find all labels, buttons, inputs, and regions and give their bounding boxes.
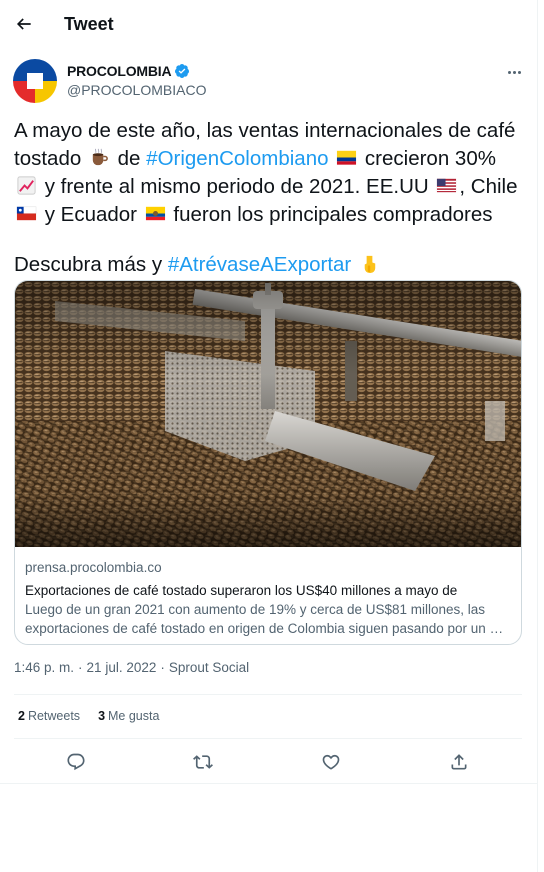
meta-separator: · (78, 660, 83, 675)
divider (14, 738, 522, 739)
retweet-icon (193, 755, 213, 769)
tweet-source[interactable]: Sprout Social (169, 660, 249, 675)
card-description-line: exportaciones de café tostado en origen … (25, 621, 504, 636)
tweet-time[interactable]: 1:46 p. m. (14, 660, 74, 675)
back-arrow-icon (16, 18, 31, 30)
chart-increasing-icon (17, 176, 36, 195)
back-button[interactable] (10, 10, 38, 38)
share-button[interactable] (447, 750, 471, 774)
card-body: prensa.procolombia.co Exportaciones de c… (25, 559, 515, 638)
text-segment: fueron los principales compradores (173, 203, 493, 226)
tweet-line-3: y frente al mismo periodo de 2021. EE.UU… (14, 173, 526, 201)
retweets-stat[interactable]: 2 Retweets (18, 709, 80, 723)
dot (517, 70, 521, 74)
heart-icon (322, 754, 340, 770)
dot (507, 70, 511, 74)
divider (14, 694, 522, 695)
divider (0, 783, 538, 784)
tweet-date[interactable]: 21 jul. 2022 (87, 660, 157, 675)
hot-beverage-icon (92, 148, 108, 166)
avatar[interactable] (13, 59, 57, 103)
page-title: Tweet (64, 14, 114, 34)
tweet-meta: 1:46 p. m. · 21 jul. 2022 · Sprout Socia… (14, 660, 249, 675)
author-name-row: PROCOLOMBIA (67, 63, 190, 79)
tweet-text: A mayo de este año, las ventas internaci… (14, 117, 526, 279)
action-bar (0, 748, 538, 776)
header: Tweet (0, 0, 538, 50)
more-options-button[interactable] (500, 62, 528, 82)
author-name[interactable]: PROCOLOMBIA (67, 63, 172, 79)
text-segment: Descubra más y (14, 253, 163, 276)
text-segment: y Ecuador (44, 203, 138, 226)
text-segment: , Chile (459, 175, 518, 198)
author-handle[interactable]: @PROCOLOMBIACO (67, 82, 206, 98)
text-segment: tostado (14, 147, 82, 170)
hashtag-atrevase-a-exportar[interactable]: #AtrévaseAExportar (168, 253, 351, 276)
card-description: Luego de un gran 2021 con aumento de 19%… (25, 600, 515, 638)
card-domain: prensa.procolombia.co (25, 560, 162, 575)
reply-button[interactable] (64, 750, 88, 774)
dot (512, 70, 516, 74)
tweet-stats: 2 Retweets 3 Me gusta (18, 709, 159, 723)
card-image (15, 281, 521, 547)
colombia-flag-icon (337, 150, 357, 165)
tweet-line-4: y Ecuador fueron los principales comprad… (14, 201, 526, 229)
likes-label: Me gusta (108, 709, 160, 723)
card-description-line: Luego de un gran 2021 con aumento de 19%… (25, 602, 486, 617)
share-icon (451, 754, 467, 770)
like-button[interactable] (319, 750, 343, 774)
usa-flag-icon (437, 178, 457, 193)
hashtag-origen-colombiano[interactable]: #OrigenColombiano (146, 147, 328, 170)
likes-count: 3 (98, 709, 106, 723)
chile-flag-icon (16, 206, 37, 221)
link-card[interactable]: prensa.procolombia.co Exportaciones de c… (14, 280, 522, 645)
text-segment: de (117, 147, 141, 170)
tweet-line-2: tostado de #OrigenColombiano crecieron 3… (14, 145, 526, 173)
retweets-count: 2 (18, 709, 25, 723)
verified-badge-icon (175, 64, 190, 78)
tweet-line-1: A mayo de este año, las ventas internaci… (14, 119, 516, 142)
likes-stat[interactable]: 3 Me gusta (98, 709, 159, 723)
ecuador-flag-icon (145, 206, 165, 221)
pointing-down-icon (364, 255, 376, 274)
reply-icon (67, 753, 85, 771)
tweet-line-5: Descubra más y #AtrévaseAExportar (14, 251, 526, 279)
text-segment: y frente al mismo periodo de 2021. EE.UU (44, 175, 429, 198)
meta-separator: · (160, 660, 165, 675)
retweet-button[interactable] (191, 750, 215, 774)
retweets-label: Retweets (27, 709, 81, 723)
tweet-page: Tweet PROCOLOMBIA @PROCOLOMBIACO A mayo … (0, 0, 538, 872)
procolombia-logo-icon (13, 59, 57, 103)
text-segment: crecieron 30% (364, 147, 496, 170)
card-title: Exportaciones de café tostado superaron … (25, 583, 458, 598)
